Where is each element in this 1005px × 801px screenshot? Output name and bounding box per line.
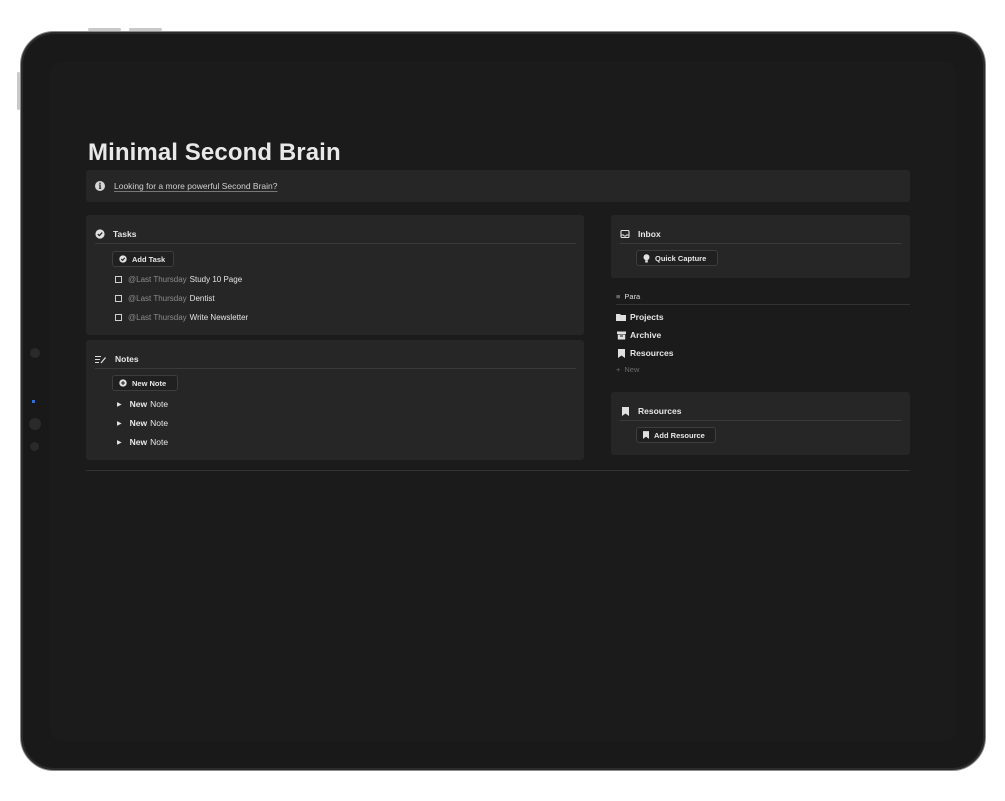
date-mention[interactable]: @Last Thursday [128, 294, 187, 303]
para-item-label: Resources [630, 348, 674, 358]
new-page-link[interactable]: + New [616, 365, 639, 374]
new-page-label: New [624, 365, 640, 374]
plus-icon: + [616, 365, 621, 374]
side-dot [29, 418, 41, 430]
note-toggle[interactable]: ▶ New Note [117, 398, 168, 410]
date-mention[interactable]: @Last Thursday [128, 313, 187, 322]
new-note-label: New Note [132, 378, 167, 388]
toggle-triangle-icon[interactable]: ▶ [117, 420, 122, 427]
task-item: @Last Thursday Dentist [115, 292, 215, 304]
toggle-triangle-icon[interactable]: ▶ [117, 439, 122, 446]
task-item: @Last Thursday Write Newsletter [115, 311, 248, 323]
para-item-projects[interactable]: Projects [616, 311, 664, 323]
side-indicator [32, 400, 35, 403]
task-checkbox[interactable] [115, 313, 122, 321]
inbox-header: Inbox [620, 225, 902, 244]
date-mention[interactable]: @Last Thursday [128, 275, 187, 284]
note-title-bold: New [129, 399, 148, 409]
quick-capture-button[interactable]: Quick Capture [636, 250, 718, 266]
inbox-title: Inbox [638, 229, 661, 239]
note-title-bold: New [129, 418, 148, 428]
add-task-button[interactable]: Add Task [112, 251, 174, 267]
note-title-bold: New [129, 437, 148, 447]
bookmark-icon [620, 406, 630, 416]
info-icon: i [95, 181, 105, 191]
para-item-archive[interactable]: Archive [616, 329, 661, 341]
task-item: @Last Thursday Study 10 Page [115, 273, 242, 285]
list-icon: ≡ [616, 291, 621, 301]
tasks-header: Tasks [95, 225, 576, 244]
para-item-resources[interactable]: Resources [616, 347, 673, 359]
para-header: ≡ Para [616, 288, 910, 305]
add-task-label: Add Task [132, 254, 166, 264]
page-divider [86, 470, 910, 471]
archive-icon [616, 331, 626, 340]
side-dot [30, 348, 40, 358]
quick-capture-label: Quick Capture [655, 253, 707, 263]
side-dot [30, 442, 39, 451]
notes-icon [95, 354, 107, 364]
check-circle-icon [119, 255, 127, 263]
callout: i Looking for a more powerful Second Bra… [86, 170, 910, 202]
plus-circle-icon [119, 379, 127, 387]
notes-header: Notes [95, 350, 576, 369]
add-resource-button[interactable]: Add Resource [636, 427, 716, 443]
resources-header: Resources [620, 402, 902, 421]
note-toggle[interactable]: ▶ New Note [117, 436, 168, 448]
check-circle-icon [95, 229, 105, 239]
task-checkbox[interactable] [115, 275, 122, 283]
toggle-triangle-icon[interactable]: ▶ [117, 401, 122, 408]
page-title: Minimal Second Brain [88, 139, 341, 166]
lightbulb-icon [643, 253, 650, 263]
para-item-label: Archive [630, 330, 662, 340]
notes-panel: Notes New Note ▶ New Note ▶ New Note ▶ N… [86, 340, 584, 460]
inbox-panel: Inbox Quick Capture [611, 215, 910, 278]
note-title-rest: Note [150, 437, 169, 447]
note-title-rest: Note [150, 399, 169, 409]
add-resource-label: Add Resource [654, 430, 705, 440]
task-name[interactable]: Dentist [190, 294, 215, 303]
resources-panel: Resources Add Resource [611, 392, 910, 455]
folder-icon [616, 313, 626, 321]
new-note-button[interactable]: New Note [112, 375, 178, 391]
bookmark-icon [616, 348, 626, 358]
task-name[interactable]: Write Newsletter [190, 313, 249, 322]
tasks-title: Tasks [113, 229, 137, 239]
bookmark-icon [643, 431, 649, 439]
resources-title: Resources [638, 406, 682, 416]
para-title: Para [624, 291, 641, 301]
notion-page: Minimal Second Brain i Looking for a mor… [50, 61, 956, 741]
tasks-panel: Tasks Add Task @Last Thursday Study 10 P… [86, 215, 584, 335]
notes-title: Notes [115, 354, 139, 364]
task-name[interactable]: Study 10 Page [190, 275, 242, 284]
inbox-tray-icon [620, 229, 630, 239]
note-title-rest: Note [150, 418, 169, 428]
note-toggle[interactable]: ▶ New Note [117, 417, 168, 429]
task-checkbox[interactable] [115, 294, 122, 302]
callout-link[interactable]: Looking for a more powerful Second Brain… [114, 181, 277, 191]
para-item-label: Projects [630, 312, 664, 322]
